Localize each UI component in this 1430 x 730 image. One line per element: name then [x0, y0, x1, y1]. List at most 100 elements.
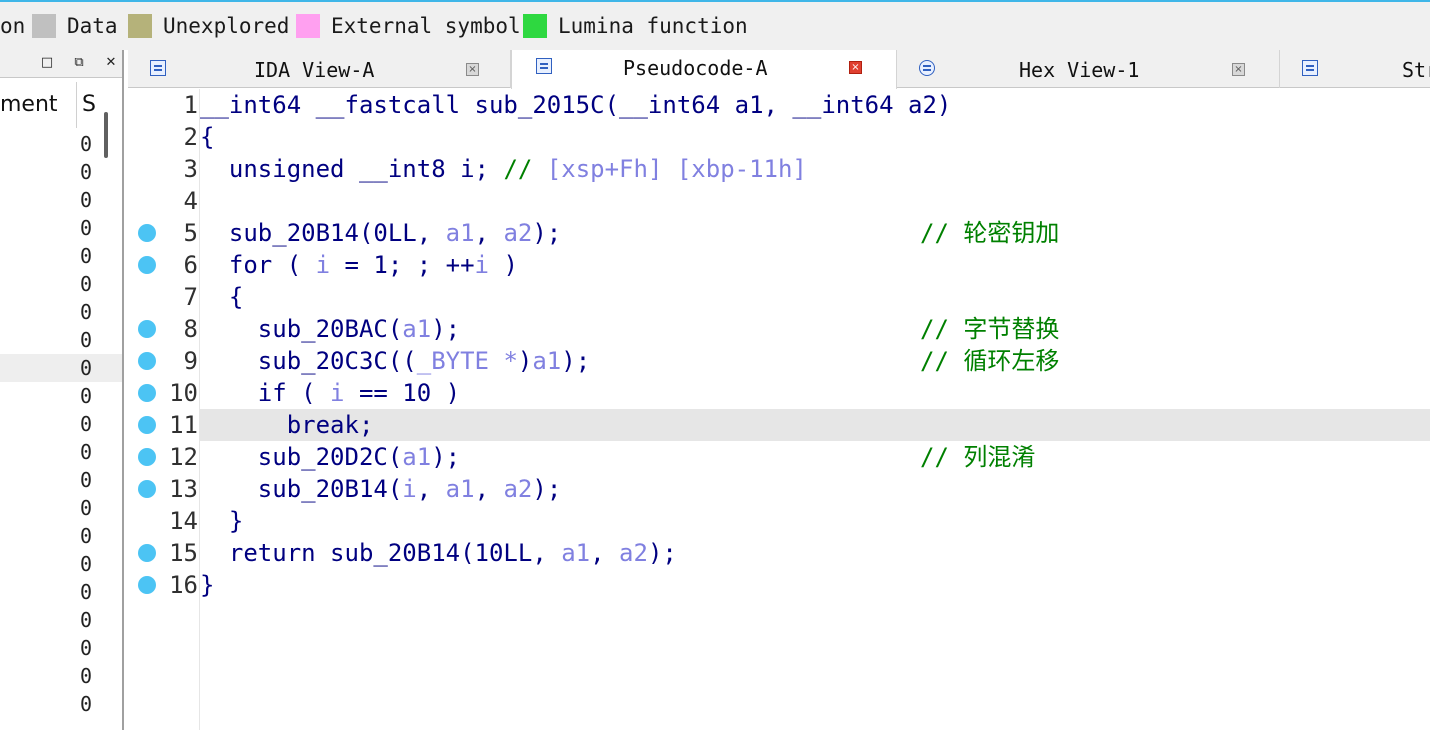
- code-token: {: [200, 283, 244, 311]
- code-line[interactable]: 1 __int64 __fastcall sub_2015C(__int64 a1…: [128, 89, 1430, 121]
- list-item-value: 0: [80, 496, 93, 520]
- list-item[interactable]: 0: [0, 130, 122, 158]
- variable-token: a1: [532, 347, 562, 375]
- breakpoint-dot-icon[interactable]: [138, 480, 156, 498]
- code-line[interactable]: 3 unsigned __int8 i; // [xsp+Fh] [xbp-11…: [128, 153, 1430, 185]
- legend-item-unexplored: Unexplored: [128, 12, 289, 40]
- code-line[interactable]: 8 sub_20BAC(a1); // 字节替换: [128, 313, 1430, 345]
- line-number: 6: [183, 251, 198, 279]
- line-number: 9: [183, 347, 198, 375]
- code-line[interactable]: 13 sub_20B14(i, a1, a2);: [128, 473, 1430, 505]
- breakpoint-dot-icon[interactable]: [138, 384, 156, 402]
- breakpoint-dot-icon[interactable]: [138, 576, 156, 594]
- list-item[interactable]: 0: [0, 242, 122, 270]
- tab-pseudocode-a[interactable]: Pseudocode-A ×: [511, 50, 897, 89]
- code-line[interactable]: 14 }: [128, 505, 1430, 537]
- breakpoint-dot-icon[interactable]: [138, 256, 156, 274]
- tab-close-icon[interactable]: ×: [849, 61, 862, 74]
- list-item-value: 0: [80, 524, 93, 548]
- float-icon[interactable]: ⧉: [70, 54, 88, 72]
- code-comment: // 列混淆: [920, 443, 1036, 471]
- column-header-start[interactable]: S: [82, 92, 96, 117]
- variable-token: i: [330, 379, 345, 407]
- variable-token: _BYTE *: [416, 347, 518, 375]
- tab-ida-view-a[interactable]: IDA View-A ×: [128, 50, 511, 88]
- code-token: if (: [200, 379, 331, 407]
- code-token: unsigned __int8 i;: [200, 155, 504, 183]
- tab-strings[interactable]: Str: [1280, 50, 1430, 88]
- variable-token: i: [474, 251, 489, 279]
- variable-token: a1: [561, 539, 591, 567]
- list-item[interactable]: 0: [0, 214, 122, 242]
- line-number: 5: [183, 219, 198, 247]
- list-item[interactable]: 0: [0, 382, 122, 410]
- code-line[interactable]: 12 sub_20D2C(a1); // 列混淆: [128, 441, 1430, 473]
- list-item-value: 0: [80, 384, 93, 408]
- line-number: 12: [169, 443, 198, 471]
- code-line[interactable]: 9 sub_20C3C((_BYTE *)a1); // 循环左移: [128, 345, 1430, 377]
- code-text: for ( i = 1; ; ++i ): [200, 249, 518, 281]
- code-line[interactable]: 15 return sub_20B14(10LL, a1, a2);: [128, 537, 1430, 569]
- breakpoint-dot-icon[interactable]: [138, 352, 156, 370]
- list-item[interactable]: 0: [0, 494, 122, 522]
- code-token: sub_20BAC(: [200, 315, 403, 343]
- code-comment: // 轮密钥加: [920, 219, 1060, 247]
- list-item[interactable]: 0: [0, 186, 122, 214]
- list-item[interactable]: 0: [0, 522, 122, 550]
- tab-label: Pseudocode-A: [623, 56, 768, 80]
- code-token: __int64 __fastcall sub_2015C(__int64 a1,…: [200, 91, 952, 119]
- column-divider[interactable]: [76, 82, 77, 128]
- code-line[interactable]: 5 sub_20B14(0LL, a1, a2); // 轮密钥加: [128, 217, 1430, 249]
- code-token: = 1; ; ++: [330, 251, 475, 279]
- code-line[interactable]: 10 if ( i == 10 ): [128, 377, 1430, 409]
- code-line[interactable]: 4: [128, 185, 1430, 217]
- close-icon[interactable]: ✕: [102, 54, 120, 72]
- list-item-value: 0: [80, 664, 93, 688]
- code-text: sub_20B14(0LL, a1, a2);: [200, 217, 561, 249]
- pseudocode-editor[interactable]: 1 __int64 __fastcall sub_2015C(__int64 a1…: [128, 89, 1430, 730]
- code-token: ,: [590, 539, 620, 567]
- code-line[interactable]: 6 for ( i = 1; ; ++i ): [128, 249, 1430, 281]
- code-line[interactable]: 11 break;: [128, 409, 1430, 441]
- hex-view-icon: [919, 60, 935, 76]
- list-item[interactable]: 0: [0, 298, 122, 326]
- breakpoint-dot-icon[interactable]: [138, 320, 156, 338]
- code-token: }: [200, 507, 244, 535]
- breakpoint-dot-icon[interactable]: [138, 224, 156, 242]
- breakpoint-dot-icon[interactable]: [138, 448, 156, 466]
- list-item-value: 0: [80, 328, 93, 352]
- line-number: 11: [169, 411, 198, 439]
- list-item[interactable]: 0: [0, 578, 122, 606]
- list-item[interactable]: 0: [0, 270, 122, 298]
- pseudocode-icon: [536, 58, 552, 74]
- code-line[interactable]: 2{: [128, 121, 1430, 153]
- column-header-segment[interactable]: ment: [0, 92, 58, 117]
- code-line[interactable]: 16}: [128, 569, 1430, 601]
- restore-icon[interactable]: □: [38, 54, 56, 72]
- disassembly-view-icon: [150, 60, 166, 76]
- breakpoint-dot-icon[interactable]: [138, 544, 156, 562]
- tab-close-icon[interactable]: ×: [1232, 63, 1245, 76]
- legend-swatch: [523, 14, 547, 38]
- legend-label: Unexplored: [163, 14, 290, 38]
- list-item[interactable]: 0: [0, 606, 122, 634]
- code-token: ,: [474, 475, 504, 503]
- code-token: {: [200, 123, 215, 151]
- list-item[interactable]: 0: [0, 354, 122, 382]
- list-item-value: 0: [80, 356, 93, 380]
- list-item[interactable]: 0: [0, 326, 122, 354]
- tab-close-icon[interactable]: ×: [466, 63, 479, 76]
- list-item[interactable]: 0: [0, 550, 122, 578]
- legend-item-lumina-function: Lumina function: [523, 12, 748, 40]
- list-item[interactable]: 0: [0, 158, 122, 186]
- list-item[interactable]: 0: [0, 466, 122, 494]
- tab-hex-view-1[interactable]: Hex View-1 ×: [897, 50, 1280, 88]
- code-line[interactable]: 7 {: [128, 281, 1430, 313]
- list-item[interactable]: 0: [0, 438, 122, 466]
- list-item[interactable]: 0: [0, 690, 122, 718]
- breakpoint-dot-icon[interactable]: [138, 416, 156, 434]
- list-item[interactable]: 0: [0, 662, 122, 690]
- legend-item-partial: on: [0, 12, 25, 40]
- list-item[interactable]: 0: [0, 634, 122, 662]
- list-item[interactable]: 0: [0, 410, 122, 438]
